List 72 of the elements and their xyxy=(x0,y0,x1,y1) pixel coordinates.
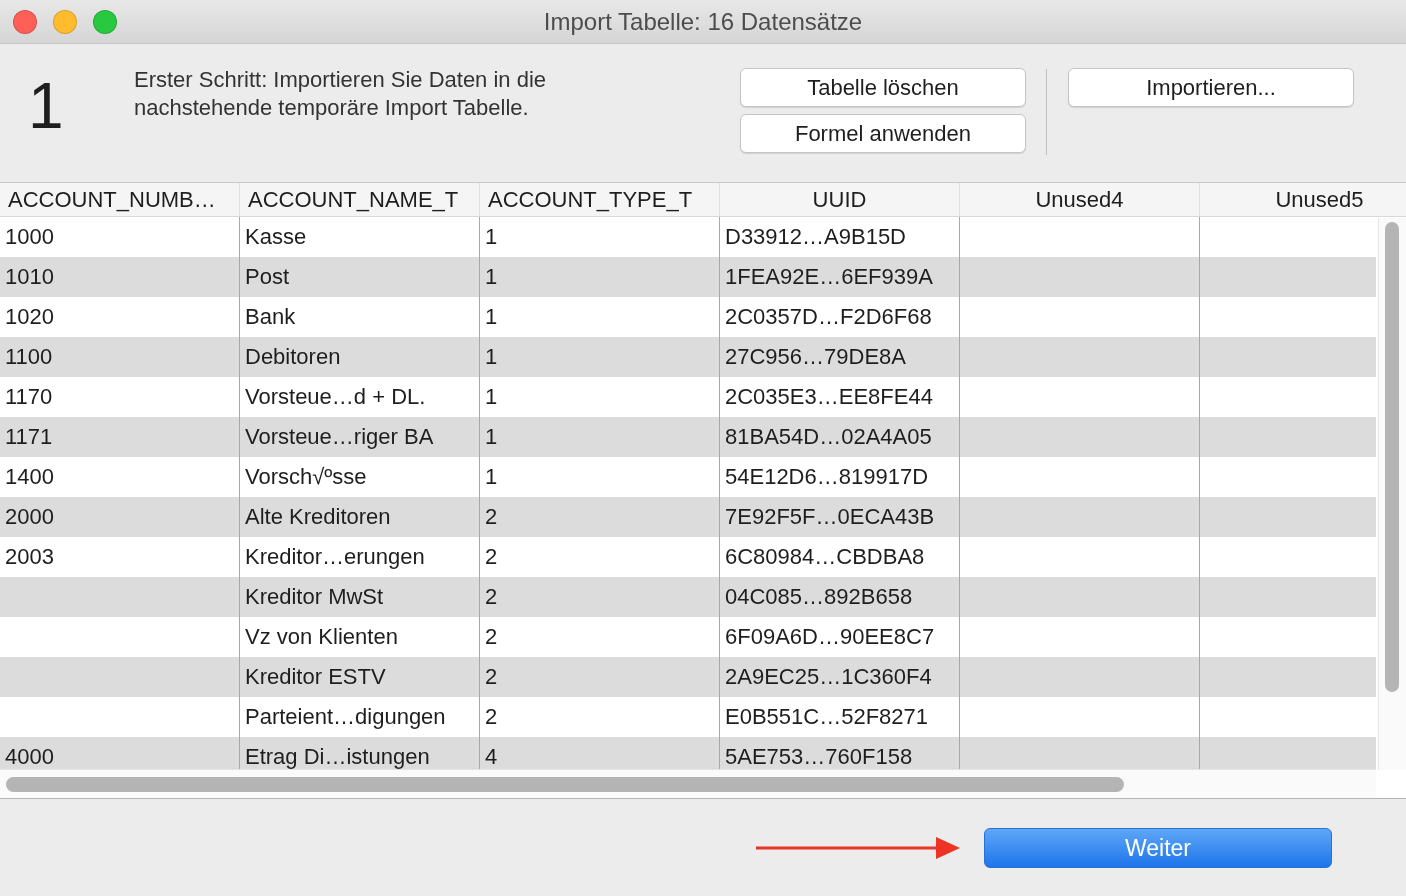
table-cell: Bank xyxy=(245,304,296,329)
table-cell: Kreditor MwSt xyxy=(245,584,384,609)
table-cell: 2C035E3…EE8FE44 xyxy=(725,384,933,409)
table-cell: 4 xyxy=(485,744,498,769)
scroll-thumb[interactable] xyxy=(1385,222,1399,692)
table-cell: 4000 xyxy=(5,744,54,769)
table-cell: 1 xyxy=(485,384,498,409)
table-cell: 6C80984…CBDBA8 xyxy=(725,544,925,569)
table-cell: Etrag Di…istungen xyxy=(245,744,430,769)
step-description: Erster Schritt: Importieren Sie Daten in die nachstehende temporäre Import Tabelle. xyxy=(134,66,548,122)
table-cell: 1 xyxy=(485,344,498,369)
action-button[interactable]: Tabelle löschen xyxy=(740,68,1026,107)
minimize-button[interactable] xyxy=(53,10,77,34)
table-cell: 1171 xyxy=(5,424,53,449)
column-header[interactable]: Unused4 xyxy=(960,183,1200,216)
table-cell: Post xyxy=(245,264,290,289)
table-cell: Parteient…digungen xyxy=(245,704,446,729)
column-header[interactable]: Unused5 xyxy=(1200,183,1406,216)
table-cell: Kreditor…erungen xyxy=(245,544,425,569)
table-cell: 1000 xyxy=(5,224,54,249)
column-header[interactable]: ACCOUNT_NUMB… xyxy=(0,183,240,216)
table-cell: 2 xyxy=(485,504,498,529)
action-button[interactable]: Importieren... xyxy=(1068,68,1354,107)
table-cell: 2003 xyxy=(5,544,54,569)
table-cell: 2 xyxy=(485,624,498,649)
table-cell: Kasse xyxy=(245,224,307,249)
table-cell: 04C085…892B658 xyxy=(725,584,913,609)
table-cell: 2 xyxy=(485,704,498,729)
column-header[interactable]: ACCOUNT_TYPE_T xyxy=(480,183,720,216)
table-cell: Vz von Klienten xyxy=(245,624,398,649)
table-cell: 27C956…79DE8A xyxy=(725,344,906,369)
table-cell: 7E92F5F…0ECA43B xyxy=(725,504,935,529)
zoom-button[interactable] xyxy=(93,10,117,34)
table-cell: 2000 xyxy=(5,504,54,529)
table-cell: 2 xyxy=(485,544,498,569)
table-cell: Vorsteue…riger BA xyxy=(245,424,434,449)
table-cell: D33912…A9B15D xyxy=(725,224,906,249)
table-cell: Alte Kreditoren xyxy=(245,504,391,529)
table-cell: 6F09A6D…90EE8C7 xyxy=(725,624,935,649)
table-cell: 1FEA92E…6EF939A xyxy=(725,264,933,289)
vertical-scrollbar[interactable] xyxy=(1378,218,1406,770)
action-button[interactable]: Formel anwenden xyxy=(740,114,1026,153)
table-cell: 2C0357D…F2D6F68 xyxy=(725,304,932,329)
close-button[interactable] xyxy=(13,10,37,34)
column-header[interactable]: UUID xyxy=(720,183,960,216)
table-cell: 54E12D6…819917D xyxy=(725,464,929,489)
column-header[interactable]: ACCOUNT_NAME_T xyxy=(240,183,480,216)
table-cell: 1 xyxy=(485,424,498,449)
table-cell: 1 xyxy=(485,304,498,329)
table-cell: 1100 xyxy=(5,344,53,369)
table-cell: 1 xyxy=(485,224,498,249)
table-cell: 1400 xyxy=(5,464,54,489)
table-cell: 1170 xyxy=(5,384,53,409)
window-title: Import Tabelle: 16 Datensätze xyxy=(543,8,863,35)
table-cell: 81BA54D…02A4A05 xyxy=(725,424,932,449)
table-cell: 1020 xyxy=(5,304,54,329)
arrow-icon xyxy=(756,836,960,860)
table-cell: 1 xyxy=(485,264,498,289)
table-cell: 5AE753…760F158 xyxy=(725,744,913,769)
table-cell: 2 xyxy=(485,664,498,689)
table-cell: 2A9EC25…1C360F4 xyxy=(725,664,932,689)
table-cell: Debitoren xyxy=(245,344,341,369)
horizontal-scrollbar[interactable] xyxy=(0,769,1376,798)
table-cell: E0B551C…52F8271 xyxy=(725,704,929,729)
table-cell: Vorsch√ºsse xyxy=(245,464,367,489)
step-number: 1 xyxy=(28,74,65,144)
scroll-thumb[interactable] xyxy=(6,777,1124,792)
table-cell: 1 xyxy=(485,464,498,489)
table-cell: Kreditor ESTV xyxy=(245,664,386,689)
table-cell: Vorsteue…d + DL. xyxy=(245,384,426,409)
table-cell: 1010 xyxy=(5,264,54,289)
table-cell: 2 xyxy=(485,584,498,609)
